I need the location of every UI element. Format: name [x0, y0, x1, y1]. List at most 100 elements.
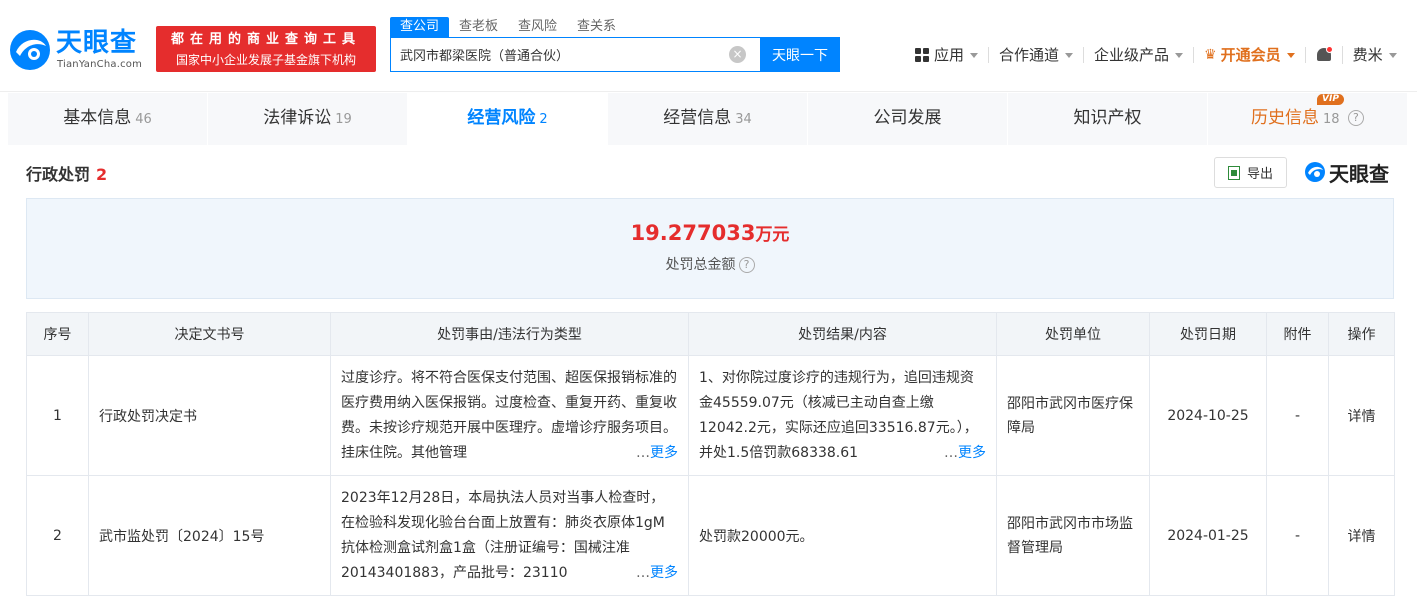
penalty-reason: 2023年12月28日，本局执法人员对当事人检查时，在检验科发现化验台台面上放置…	[330, 475, 689, 596]
brand-watermark: 天眼查	[1304, 157, 1389, 187]
tab-label: 法律诉讼	[263, 108, 332, 128]
tab-label: 历史信息	[1251, 108, 1320, 128]
more-label: 更多	[650, 564, 678, 581]
decision-doc-number: 武市监处罚〔2024〕15号	[88, 475, 331, 596]
site-logo[interactable]: 天眼查 TianYanCha.com	[8, 26, 148, 74]
nav-user[interactable]: 费米	[1343, 47, 1407, 63]
top-header: 天眼查 TianYanCha.com 都在用的商业查询工具 国家中小企业发展子基…	[0, 0, 1417, 92]
tianyancha-logo-icon	[10, 30, 50, 70]
search-type-tabs: 查公司 查老板 查风险 查关系	[390, 17, 626, 37]
tianyancha-logo-icon	[1305, 162, 1325, 182]
penalty-total-amount: 19.277033万元	[27, 220, 1393, 245]
penalty-total-label: 处罚总金额?	[27, 254, 1393, 274]
reason-text: 过度诊疗。将不符合医保支付范围、超医保报销标准的医疗费用纳入医保报销。过度检查、…	[341, 369, 677, 461]
table-row: 1 行政处罚决定书 过度诊疗。将不符合医保支付范围、超医保报销标准的医疗费用纳入…	[26, 355, 1395, 476]
more-link[interactable]: …更多	[634, 440, 678, 466]
more-label: 更多	[958, 444, 986, 461]
penalty-result: 1、对你院过度诊疗的违规行为，追回违规资金45559.07元（核减已主动自查上缴…	[688, 355, 997, 476]
logo-name: 天眼查	[56, 28, 138, 58]
col-header: 附件	[1266, 312, 1329, 356]
apps-grid-icon	[915, 48, 929, 62]
nav-channel-label: 合作通道	[999, 46, 1060, 64]
amount-value: 19.277033	[630, 221, 756, 245]
nav-channel[interactable]: 合作通道	[989, 46, 1085, 64]
reason-text: 2023年12月28日，本局执法人员对当事人检查时，在检验科发现化验台台面上放置…	[341, 489, 665, 581]
penalty-reason: 过度诊疗。将不符合医保支付范围、超医保报销标准的医疗费用纳入医保报销。过度检查、…	[330, 355, 689, 476]
tab-label: 经营信息	[663, 108, 732, 128]
tab-label: 基本信息	[63, 108, 132, 128]
tab-count: 19	[335, 112, 352, 127]
row-number: 2	[26, 475, 89, 596]
export-button[interactable]: 导出	[1214, 157, 1287, 188]
tab-business-risk[interactable]: 经营风险 2	[408, 93, 608, 145]
search-box: ×	[390, 37, 760, 72]
nav-vip-label: 开通会员	[1220, 46, 1281, 64]
tab-count: 46	[135, 112, 152, 127]
vip-badge: VIP	[1317, 94, 1344, 105]
chevron-down-icon	[1286, 52, 1295, 58]
attachment: -	[1266, 355, 1329, 476]
tab-history[interactable]: VIP 历史信息 18 ?	[1208, 93, 1408, 145]
col-header: 决定文书号	[88, 312, 331, 356]
search-button[interactable]: 天眼一下	[760, 37, 840, 72]
tab-label: 知识产权	[1073, 108, 1142, 128]
user-name: 费米	[1352, 46, 1383, 64]
search-tab-company[interactable]: 查公司	[390, 17, 450, 37]
penalty-summary: 19.277033万元 处罚总金额?	[26, 198, 1394, 299]
search-tab-risk[interactable]: 查风险	[508, 17, 567, 37]
logo-domain: TianYanCha.com	[57, 59, 143, 70]
section-count: 2	[96, 165, 108, 184]
nav-apps[interactable]: 应用	[905, 46, 990, 64]
chevron-down-icon	[1175, 52, 1184, 58]
more-link[interactable]: …更多	[634, 560, 678, 586]
nav-notifications[interactable]	[1306, 46, 1343, 64]
slogan-banner: 都在用的商业查询工具 国家中小企业发展子基金旗下机构	[156, 26, 376, 72]
tab-count: 2	[539, 112, 548, 127]
nav-apps-label: 应用	[934, 46, 965, 64]
col-header: 操作	[1328, 312, 1395, 356]
section-title-text: 行政处罚	[26, 165, 91, 184]
chevron-down-icon	[1388, 52, 1397, 58]
excel-icon	[1227, 165, 1240, 180]
penalty-result: 处罚款20000元。	[688, 475, 997, 596]
search-tab-relation[interactable]: 查关系	[567, 17, 626, 37]
nav-vip[interactable]: ♛ 开通会员	[1194, 47, 1306, 63]
help-icon[interactable]: ?	[738, 257, 755, 273]
tab-ip[interactable]: 知识产权	[1008, 93, 1208, 145]
export-label: 导出	[1246, 167, 1273, 182]
help-icon[interactable]: ?	[1347, 110, 1364, 126]
tab-basic-info[interactable]: 基本信息 46	[8, 93, 208, 145]
more-label: 更多	[650, 444, 678, 461]
attachment: -	[1266, 475, 1329, 596]
nav-enterprise[interactable]: 企业级产品	[1084, 47, 1195, 63]
bell-icon	[1316, 46, 1333, 64]
penalty-table: 序号 决定文书号 处罚事由/违法行为类型 处罚结果/内容 处罚单位 处罚日期 附…	[26, 312, 1395, 596]
penalty-date: 2024-01-25	[1149, 475, 1267, 596]
tab-legal[interactable]: 法律诉讼 19	[208, 93, 408, 145]
col-header: 处罚事由/违法行为类型	[330, 312, 689, 356]
detail-link[interactable]: 详情	[1328, 475, 1395, 596]
more-link[interactable]: …更多	[942, 440, 986, 466]
search-tab-boss[interactable]: 查老板	[449, 17, 508, 37]
penalty-org: 邵阳市武冈市医疗保障局	[996, 355, 1150, 476]
top-nav: 应用 合作通道 企业级产品 ♛ 开通会员 费米	[905, 44, 1407, 66]
detail-link[interactable]: 详情	[1328, 355, 1395, 476]
dimension-tabs: 基本信息 46 法律诉讼 19 经营风险 2 经营信息 34 公司发展 知识产权 VIP…	[8, 93, 1409, 145]
col-header: 处罚日期	[1149, 312, 1267, 356]
search-input[interactable]	[391, 38, 711, 71]
result-text: 1、对你院过度诊疗的违规行为，追回违规资金45559.07元（核减已主动自查上缴…	[699, 369, 978, 461]
tab-label: 公司发展	[873, 108, 942, 128]
penalty-date: 2024-10-25	[1149, 355, 1267, 476]
tab-development[interactable]: 公司发展	[808, 93, 1008, 145]
col-header: 处罚结果/内容	[688, 312, 997, 356]
tab-label: 经营风险	[467, 108, 536, 128]
table-header-row: 序号 决定文书号 处罚事由/违法行为类型 处罚结果/内容 处罚单位 处罚日期 附…	[26, 312, 1395, 356]
chevron-down-icon	[1065, 52, 1074, 58]
penalty-org: 邵阳市武冈市市场监督管理局	[996, 475, 1150, 596]
chevron-down-icon	[970, 52, 979, 58]
clear-icon[interactable]: ×	[729, 46, 746, 63]
tab-count: 18	[1323, 112, 1340, 127]
table-row: 2 武市监处罚〔2024〕15号 2023年12月28日，本局执法人员对当事人检…	[26, 475, 1395, 596]
decision-doc-number: 行政处罚决定书	[88, 355, 331, 476]
tab-business-info[interactable]: 经营信息 34	[608, 93, 808, 145]
